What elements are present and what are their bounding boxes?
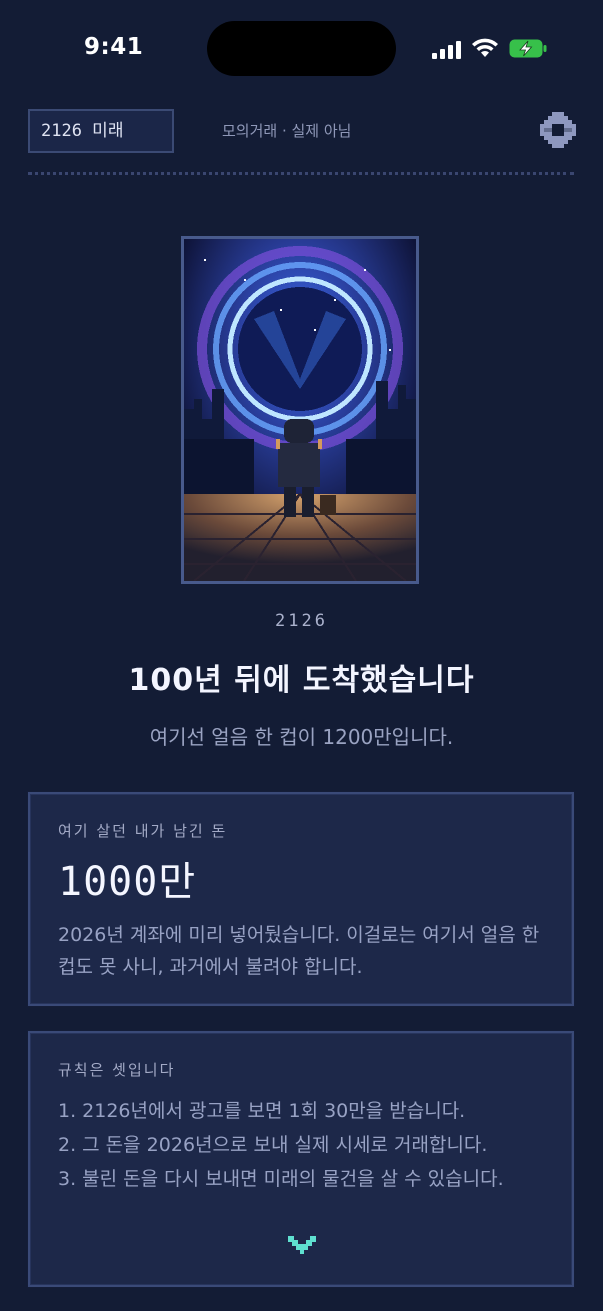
status-bar: 9:41: [0, 0, 603, 96]
rule-item: 2. 그 돈을 2026년으로 보내 실제 시세로 거래합니다.: [58, 1134, 488, 1156]
rules-card-label: 규칙은 셋입니다: [58, 1061, 176, 1079]
arrival-title: 100년 뒤에 도착했습니다: [128, 663, 475, 698]
arrival-subtitle: 여기선 얼음 한 컵이 1200만입니다.: [149, 725, 454, 749]
money-card-label: 여기 살던 내가 남긴 돈: [58, 822, 228, 840]
rules-list: 1. 2126년에서 광고를 보면 1회 30만을 받습니다. 2. 그 돈을 …: [58, 1094, 544, 1196]
status-time: 9:41: [84, 34, 144, 60]
arrival-year: 2126: [275, 611, 328, 631]
wifi-icon: [472, 38, 498, 57]
year-chip[interactable]: 2126 미래: [28, 109, 174, 153]
settings-gear-icon[interactable]: [540, 112, 576, 148]
rule-item: 1. 2126년에서 광고를 보면 1회 30만을 받습니다.: [58, 1100, 466, 1122]
dynamic-island: [207, 21, 396, 76]
rule-item: 3. 불린 돈을 다시 보내면 미래의 물건을 살 수 있습니다.: [58, 1168, 504, 1190]
dotted-divider: [28, 172, 574, 175]
mock-trading-notice: 모의거래 · 실제 아님: [222, 122, 352, 140]
cellular-signal-icon: [432, 40, 462, 59]
top-bar: 2126 미래 모의거래 · 실제 아님: [0, 106, 603, 158]
battery-charging-icon: [509, 39, 547, 58]
portal-illustration: [181, 236, 419, 584]
inherited-money-card: 여기 살던 내가 남긴 돈 1000만 2026년 계좌에 미리 넣어뒀습니다.…: [28, 792, 574, 1006]
money-description: 2026년 계좌에 미리 넣어뒀습니다. 이걸로는 여기서 얼음 한 컵도 못 …: [58, 924, 540, 978]
money-amount: 1000만: [58, 859, 197, 905]
chevron-down-icon[interactable]: [288, 1236, 316, 1256]
